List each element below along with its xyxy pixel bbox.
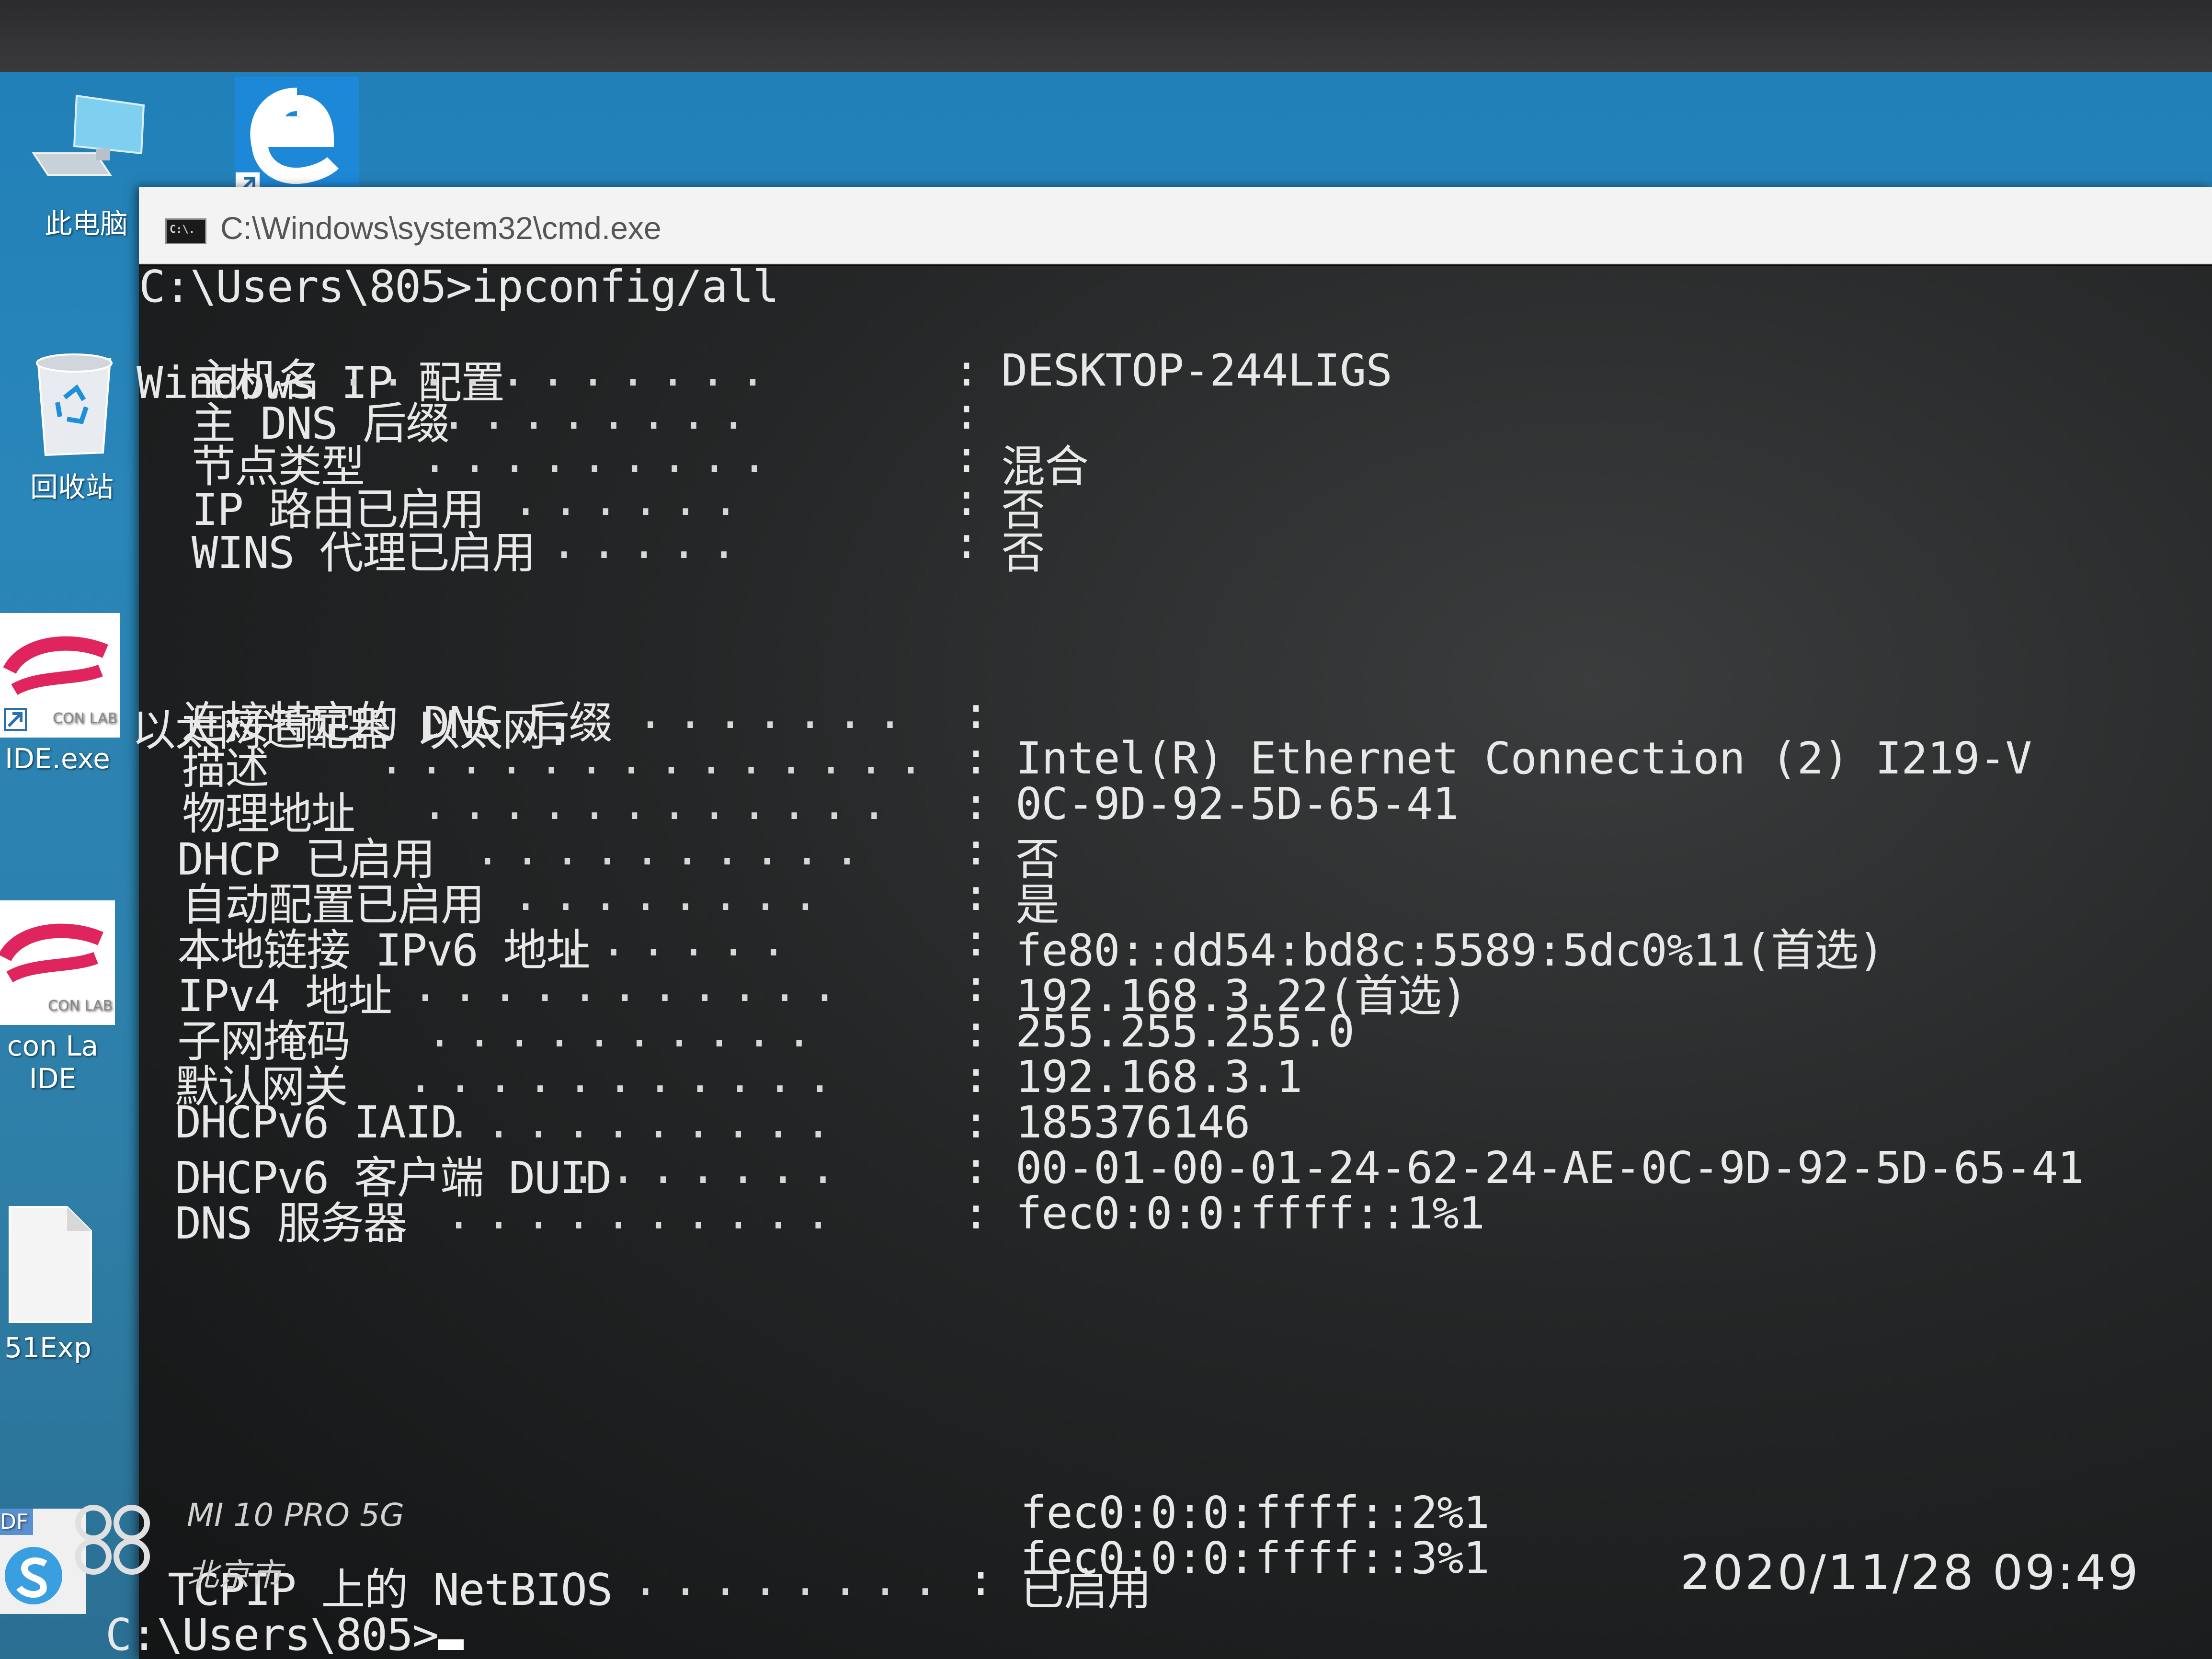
adapter-value: 00-01-00-01-24-62-24-AE-0C-9D-92-5D-65-4… <box>1015 1142 2084 1193</box>
desktop-icon-label: 51Exp <box>4 1331 91 1364</box>
adapter-colon: : <box>963 960 990 1011</box>
adapter-dots: ............ <box>422 778 901 830</box>
adapter-colon: : <box>963 1097 990 1148</box>
dns-server-value-2: fec0:0:0:ffff::2%1 <box>1020 1487 1490 1538</box>
desktop-icon-label: 回收站 <box>30 471 114 503</box>
phone-model: MI 10 PRO 5G <box>187 1497 405 1534</box>
adapter-dots: .......... <box>445 1097 845 1148</box>
adapter-dots: .......... <box>474 824 874 875</box>
computer-icon <box>32 94 145 176</box>
final-prompt-text: C:\Users\805> <box>105 1609 439 1659</box>
desktop-icon-c51-explorer[interactable]: 51Exp <box>0 1202 115 1364</box>
adapter-dots: ........... <box>407 1051 847 1102</box>
adapter-colon: : <box>963 915 990 966</box>
svg-text:CON LAB: CON LAB <box>48 998 113 1014</box>
adapter-dots: ....... <box>570 1142 850 1193</box>
host-colon: : <box>953 517 980 568</box>
cmd-window[interactable]: C:\. C:\Windows\system32\cmd.exe C:\User… <box>105 187 2212 1659</box>
final-prompt[interactable]: C:\Users\805> <box>105 1609 464 1659</box>
silicon-labs-icon: CON LAB <box>0 613 120 738</box>
adapter-dots: .......... <box>426 1006 826 1057</box>
window-title: C:\Windows\system32\cmd.exe <box>220 210 661 246</box>
adapter-colon: : <box>963 687 990 739</box>
adapter-colon: : <box>963 778 990 830</box>
photo-location: 北京市 <box>187 1557 282 1593</box>
adapter-dots: .............. <box>378 733 938 784</box>
command-line: C:\Users\805>ipconfig/all <box>139 261 779 312</box>
adapter-colon: : <box>963 1051 990 1102</box>
netbios-dots: ........ <box>632 1554 952 1605</box>
adapter-value: Intel(R) Ethernet Connection (2) I219-V <box>1015 733 2032 784</box>
desktop-icon-recycle-bin[interactable]: 回收站 <box>5 345 139 505</box>
adapter-dots: ........ <box>513 869 832 920</box>
host-label: WINS 代理已启用 <box>192 527 536 579</box>
netbios-value: 已启用 <box>1020 1564 1152 1615</box>
adapter-colon: : <box>963 733 990 784</box>
desktop-icon-label: 此电脑 <box>44 207 128 240</box>
console-output[interactable]: C:\Users\805>ipconfig/all Windows IP 配置 … <box>105 261 2212 1659</box>
desktop-icon-label: con La IDE <box>7 1030 99 1095</box>
adapter-colon: : <box>963 1006 990 1057</box>
adapter-label: DHCPv6 IAID <box>175 1097 457 1148</box>
desktop-icon-label: IDE.exe <box>5 742 110 775</box>
edge-icon <box>235 77 359 196</box>
adapter-colon: : <box>963 869 990 920</box>
host-value: DESKTOP-244LIGS <box>1001 345 1392 396</box>
adapter-label: DNS 服务器 <box>175 1198 408 1249</box>
camera-logo-icon <box>75 1505 150 1575</box>
adapter-dots: .......... <box>445 1188 845 1239</box>
adapter-dots: ....... <box>637 687 917 739</box>
silicon-labs-icon: CON LAB <box>0 900 115 1025</box>
sogou-icon <box>5 1547 62 1604</box>
adapter-value: 255.255.255.0 <box>1015 1006 1355 1057</box>
adapter-colon: : <box>963 824 990 875</box>
adapter-value: 0C-9D-92-5D-65-41 <box>1015 778 1459 830</box>
netbios-colon: : <box>968 1554 994 1605</box>
adapter-dots: ........... <box>412 960 852 1011</box>
svg-text:CON LAB: CON LAB <box>53 710 117 727</box>
cmd-icon: C:\. <box>165 218 206 244</box>
desktop-icon-pdf[interactable]: DF <box>0 1509 86 1614</box>
host-dots: ..... <box>551 517 751 568</box>
desktop-icon-ide-exe[interactable]: CON LAB IDE.exe <box>0 613 125 775</box>
monitor-bezel <box>0 0 2212 72</box>
desktop-icon-silicon-labs-ide[interactable]: CON LAB con La IDE <box>0 900 120 1095</box>
desktop-icon-this-pc[interactable]: 此电脑 <box>19 91 153 241</box>
adapter-colon: : <box>963 1142 990 1193</box>
adapter-value: fec0:0:0:ffff::1%1 <box>1015 1188 1485 1239</box>
pdf-label: DF <box>0 1509 34 1535</box>
text-cursor <box>438 1639 464 1650</box>
adapter-value: 192.168.3.1 <box>1015 1051 1302 1102</box>
photo-timestamp: 2020/11/28 09:49 <box>1680 1545 2140 1601</box>
adapter-colon: : <box>963 1188 990 1239</box>
adapter-dots: ...... <box>560 915 800 966</box>
host-value: 否 <box>1001 527 1045 579</box>
document-icon <box>9 1206 92 1323</box>
adapter-value: 185376146 <box>1015 1097 1250 1148</box>
title-bar[interactable]: C:\. C:\Windows\system32\cmd.exe <box>139 187 2212 264</box>
recycle-bin-icon <box>36 353 113 456</box>
